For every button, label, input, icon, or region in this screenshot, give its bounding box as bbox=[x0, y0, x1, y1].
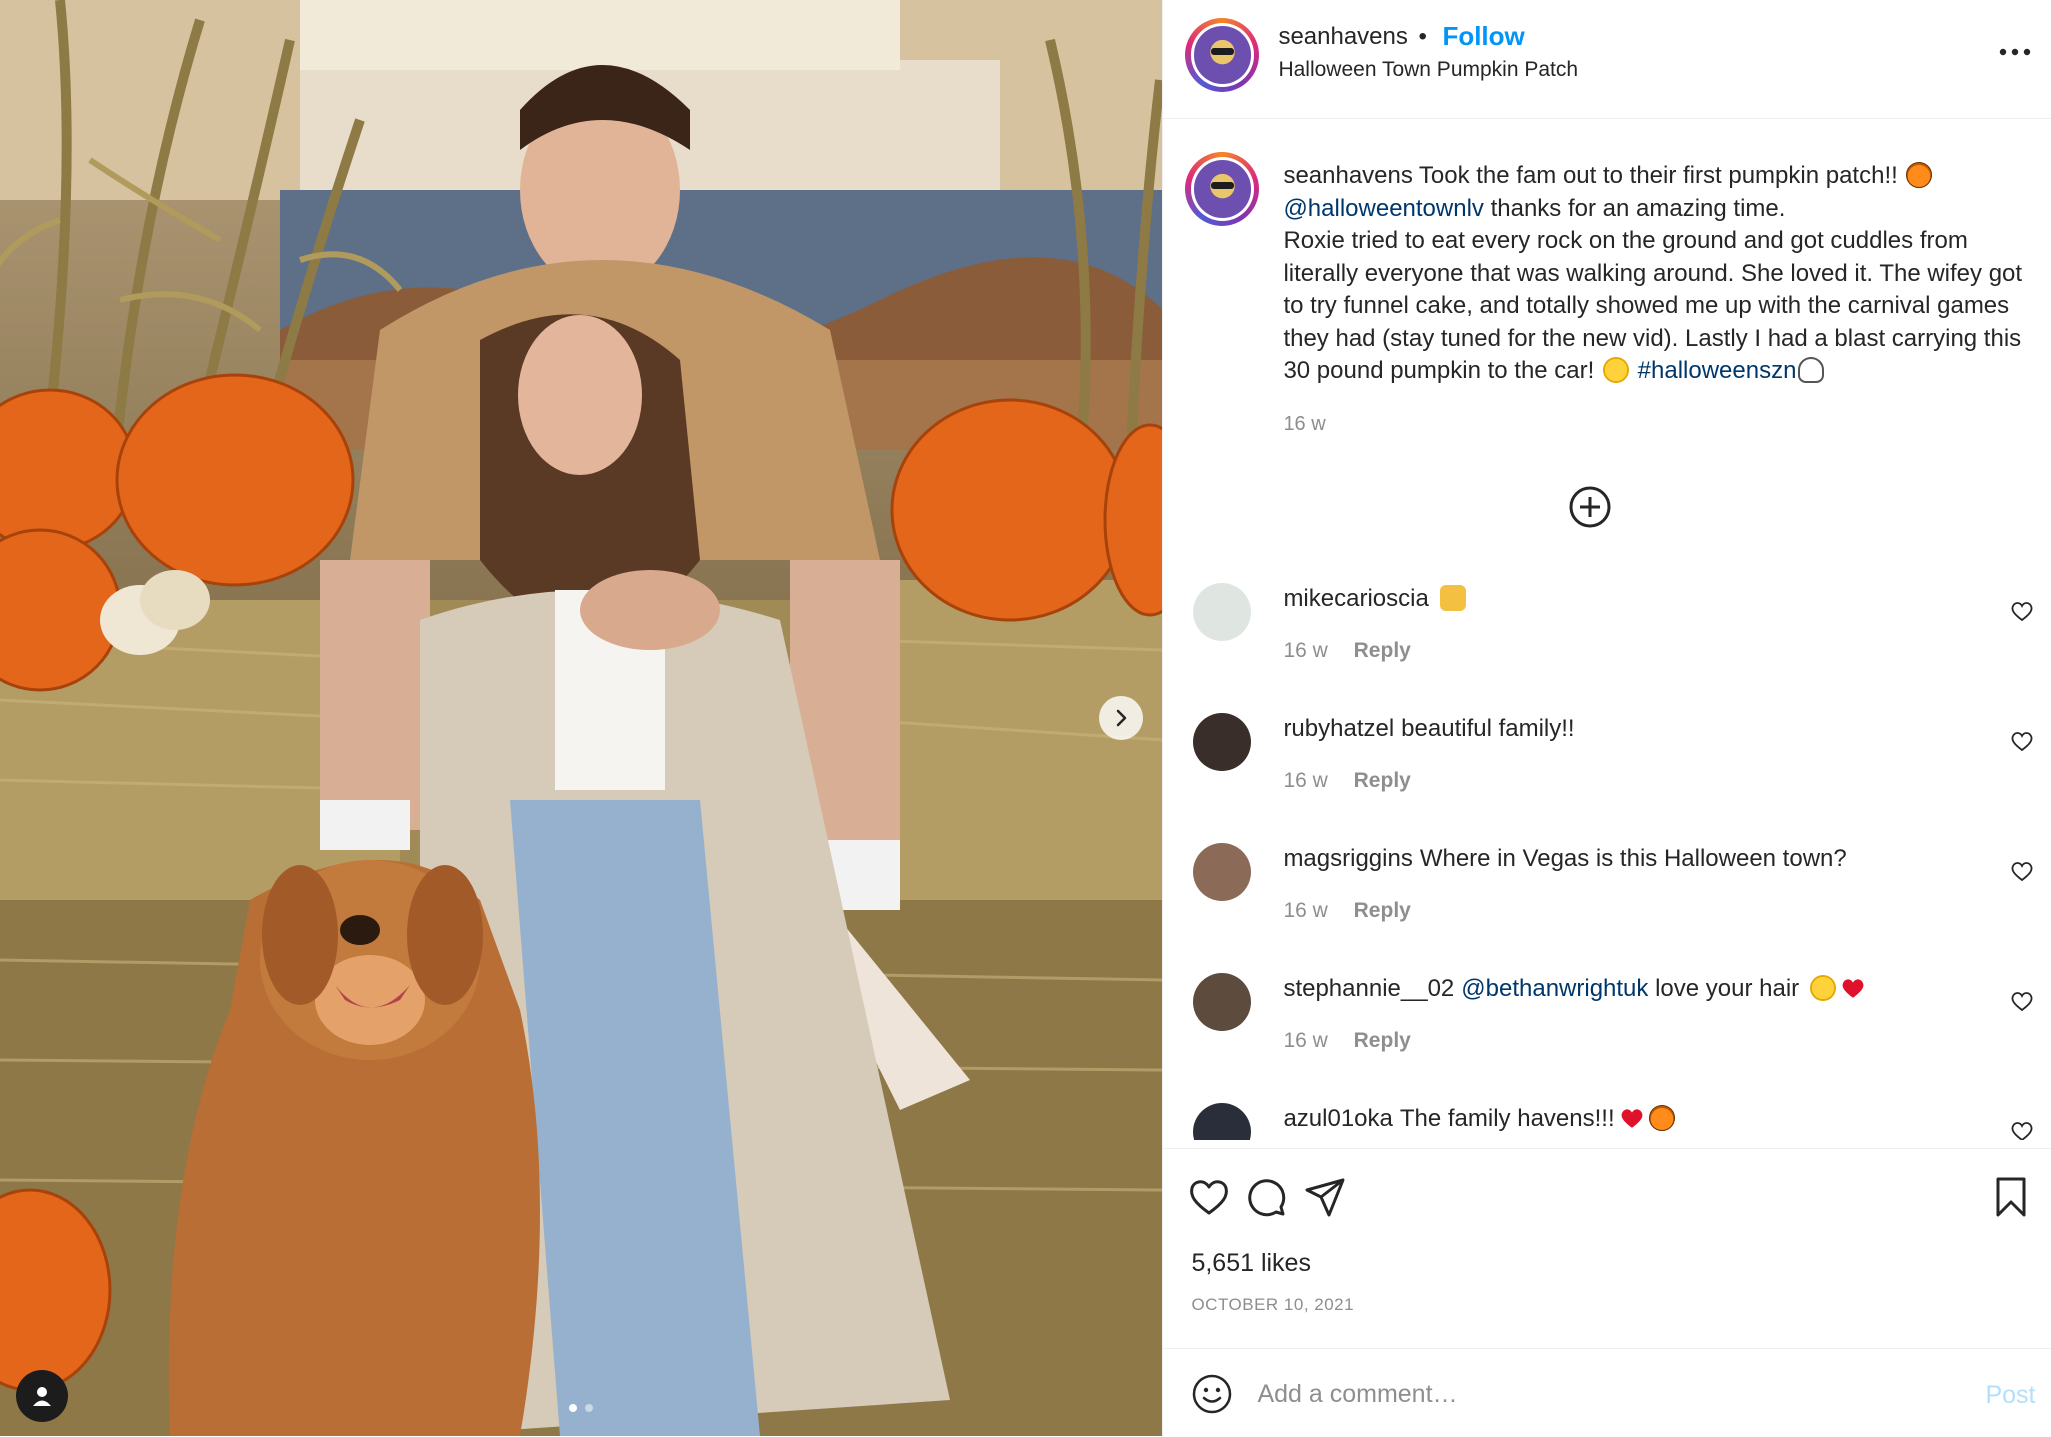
post-dialog: seanhavens • Follow Halloween Town Pumpk… bbox=[0, 0, 2051, 1436]
comment-timestamp: 16 w bbox=[1283, 769, 1328, 792]
caption-username[interactable]: seanhavens bbox=[1283, 162, 1412, 189]
comment-item: azul01oka The family havens!!! bbox=[1163, 1103, 2051, 1140]
post-photo[interactable] bbox=[0, 0, 1163, 1436]
comment-text: beautiful family!! bbox=[1401, 715, 1575, 742]
photo-scene bbox=[0, 0, 1163, 1436]
comment-timestamp: 16 w bbox=[1283, 899, 1328, 922]
comment-avatar[interactable] bbox=[1193, 1103, 1252, 1140]
heart-icon[interactable] bbox=[2010, 990, 2034, 1012]
follow-button[interactable]: Follow bbox=[1442, 21, 1524, 52]
more-options-icon[interactable] bbox=[1995, 34, 2035, 70]
jack-o-lantern-emoji-icon bbox=[1648, 1105, 1675, 1131]
author-username[interactable]: seanhavens bbox=[1278, 23, 1407, 51]
comment-username[interactable]: stephannie__02 bbox=[1283, 975, 1454, 1002]
post-side-panel: seanhavens • Follow Halloween Town Pumpk… bbox=[1162, 0, 2051, 1436]
comment-timestamp: 16 w bbox=[1283, 1029, 1328, 1052]
caption-mention[interactable]: @halloweentownlv bbox=[1283, 195, 1483, 222]
comment-input[interactable] bbox=[1255, 1371, 1880, 1417]
comment-item: stephannie__02 @bethanwrightuk love your … bbox=[1163, 973, 2051, 1083]
comment-username[interactable]: magsriggins bbox=[1283, 845, 1412, 872]
header-separator: • bbox=[1418, 23, 1427, 50]
carousel-dots bbox=[0, 1404, 1162, 1412]
like-heart-icon[interactable] bbox=[1187, 1175, 1231, 1219]
post-comment-button[interactable]: Post bbox=[1985, 1381, 2035, 1410]
winking-face-emoji-icon bbox=[1602, 357, 1629, 383]
emoji-smiley-icon[interactable] bbox=[1191, 1373, 1233, 1415]
reply-button[interactable]: Reply bbox=[1354, 769, 1411, 792]
carousel-dot bbox=[585, 1404, 594, 1412]
comments-list[interactable]: mikecarioscia 16 w Reply rubyhatzel beaut… bbox=[1163, 570, 2051, 1140]
comment-avatar[interactable] bbox=[1193, 713, 1252, 771]
caption-text: thanks for an amazing time. bbox=[1490, 194, 1786, 222]
caption-hashtag[interactable]: #halloweenszn bbox=[1638, 357, 1797, 384]
avatar-image bbox=[1193, 26, 1252, 84]
post-date: OCTOBER 10, 2021 bbox=[1191, 1295, 1355, 1314]
likes-count[interactable]: 5,651 likes bbox=[1191, 1249, 1311, 1278]
author-avatar[interactable] bbox=[1185, 18, 1260, 92]
post-caption: seanhavens Took the fam out to their firs… bbox=[1283, 160, 2023, 388]
load-more-comments-icon[interactable] bbox=[1568, 485, 1612, 529]
heart-icon[interactable] bbox=[2010, 1120, 2034, 1140]
comment-item: mikecarioscia 16 w Reply bbox=[1163, 583, 2051, 693]
share-send-icon[interactable] bbox=[1303, 1175, 1347, 1219]
avatar-image bbox=[1193, 160, 1252, 218]
comment-item: rubyhatzel beautiful family!! 16 w Reply bbox=[1163, 713, 2051, 823]
comment-username[interactable]: mikecarioscia bbox=[1283, 585, 1428, 612]
comment-item: magsriggins Where in Vegas is this Hallow… bbox=[1163, 843, 2051, 953]
heart-eyes-emoji-icon bbox=[1809, 975, 1836, 1001]
add-comment-bar: Post bbox=[1163, 1348, 2051, 1437]
caption-avatar[interactable] bbox=[1185, 152, 1260, 226]
comment-username[interactable]: rubyhatzel bbox=[1283, 715, 1394, 742]
comment-text: The family havens!!! bbox=[1399, 1105, 1615, 1132]
comment-username[interactable]: azul01oka bbox=[1283, 1105, 1392, 1132]
tagged-users-button[interactable] bbox=[16, 1370, 68, 1422]
heart-icon[interactable] bbox=[2010, 730, 2034, 752]
comment-timestamp: 16 w bbox=[1283, 639, 1328, 662]
comment-mention[interactable]: @bethanwrightuk bbox=[1461, 975, 1648, 1002]
heart-icon[interactable] bbox=[2010, 600, 2034, 622]
jack-o-lantern-emoji-icon bbox=[1906, 162, 1933, 188]
comment-avatar[interactable] bbox=[1193, 973, 1252, 1031]
comment-bubble-icon[interactable] bbox=[1245, 1175, 1289, 1219]
comment-avatar[interactable] bbox=[1193, 583, 1252, 641]
chevron-right-icon bbox=[1116, 709, 1127, 727]
caption-text: Took the fam out to their first pumpkin … bbox=[1418, 162, 1898, 189]
post-header: seanhavens • Follow Halloween Town Pumpk… bbox=[1163, 0, 2051, 119]
raised-hands-emoji-icon bbox=[1439, 585, 1466, 611]
post-location[interactable]: Halloween Town Pumpkin Patch bbox=[1278, 58, 1578, 82]
red-heart-emoji-icon bbox=[1621, 1109, 1643, 1128]
comment-avatar[interactable] bbox=[1193, 843, 1252, 901]
red-heart-emoji-icon bbox=[1842, 979, 1864, 998]
carousel-dot-active bbox=[569, 1404, 578, 1412]
ghost-emoji-icon bbox=[1798, 357, 1825, 383]
caption-timestamp: 16 w bbox=[1283, 413, 1326, 435]
reply-button[interactable]: Reply bbox=[1354, 639, 1411, 662]
heart-icon[interactable] bbox=[2010, 860, 2034, 882]
reply-button[interactable]: Reply bbox=[1354, 1029, 1411, 1052]
comment-text: Where in Vegas is this Halloween town? bbox=[1419, 845, 1847, 872]
comment-text: love your hair bbox=[1655, 975, 1800, 1002]
reply-button[interactable]: Reply bbox=[1354, 899, 1411, 922]
save-bookmark-icon[interactable] bbox=[1989, 1175, 2033, 1219]
carousel-next-button[interactable] bbox=[1099, 696, 1143, 740]
